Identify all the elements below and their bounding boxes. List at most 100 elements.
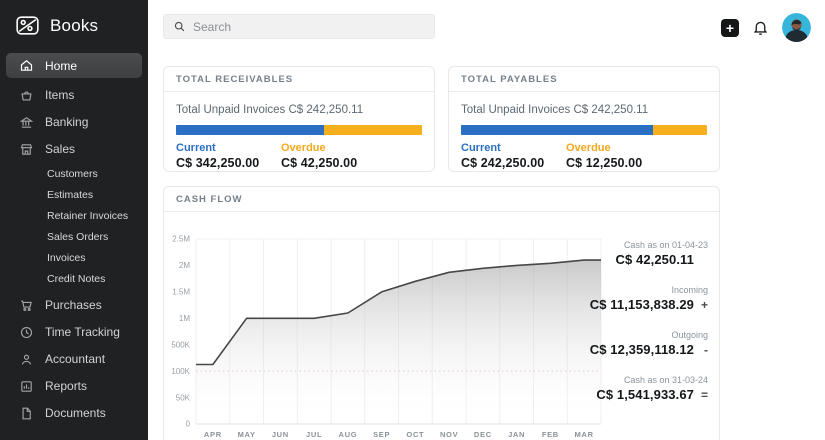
items-icon [19,88,34,103]
svg-text:50K: 50K [176,393,191,402]
time-tracking-icon [19,325,34,340]
quick-add-button[interactable]: + [721,19,739,37]
cashflow-stat-incoming: Incoming C$ 11,153,838.29 + [590,284,708,313]
stat-value: C$ 42,250.11 [615,251,694,268]
sidebar-item-accountant[interactable]: Accountant [6,347,142,371]
sidebar-item-label: Reports [45,379,87,393]
stat-value: C$ 11,153,838.29 [590,296,694,313]
sidebar-item-credit-notes[interactable]: Credit Notes [6,269,142,290]
svg-text:JUL: JUL [306,430,322,439]
payables-current-segment [461,125,653,135]
user-avatar[interactable] [782,13,811,42]
plus-symbol: + [694,298,708,312]
payables-current-value: C$ 242,250.00 [461,156,566,170]
payables-progress-bar [461,125,707,135]
sidebar-item-label: Time Tracking [45,325,120,339]
svg-text:2M: 2M [179,261,190,270]
sidebar-item-purchases[interactable]: Purchases [6,293,142,317]
sidebar-item-label: Items [45,88,74,102]
stat-label: Incoming [671,284,708,296]
sidebar-item-label: Sales [45,142,75,156]
svg-text:MAY: MAY [238,430,256,439]
svg-text:MAR: MAR [575,430,594,439]
sidebar-item-label: Home [45,59,77,73]
cashflow-card-title: CASH FLOW [164,187,719,212]
cashflow-stats-panel: Cash as on 01-04-23 C$ 42,250.11 Incomin… [558,239,708,419]
svg-text:FEB: FEB [542,430,559,439]
sidebar-item-estimates[interactable]: Estimates [6,185,142,206]
sidebar-item-invoices[interactable]: Invoices [6,248,142,269]
sidebar-item-customers[interactable]: Customers [6,164,142,185]
sidebar-item-sales[interactable]: Sales [6,137,142,161]
main-area: Search + TOTAL R [148,0,825,440]
home-icon [19,58,34,73]
stat-label: Cash as on 01-04-23 [624,239,708,251]
app-title: Books [50,16,98,36]
cash-flow-card: CASH FLOW 050K100K500K1M1.5M2M2.5MAPRMAY… [163,186,720,440]
sidebar-item-home[interactable]: Home [6,53,142,78]
svg-text:0: 0 [186,420,191,429]
total-receivables-card: TOTAL RECEIVABLES Total Unpaid Invoices … [163,66,435,172]
svg-text:1M: 1M [179,314,190,323]
receivables-overdue-label: Overdue [281,142,357,154]
payables-current-label: Current [461,142,566,154]
plus-icon: + [726,21,734,35]
cashflow-stat-closing: Cash as on 31-03-24 C$ 1,541,933.67 = [596,374,708,403]
svg-text:AUG: AUG [338,430,357,439]
search-placeholder: Search [193,20,231,34]
svg-text:APR: APR [204,430,222,439]
svg-text:500K: 500K [171,340,190,349]
receivables-subtitle: Total Unpaid Invoices C$ 242,250.11 [164,92,434,116]
topbar-actions: + [721,13,811,42]
equals-symbol: = [694,388,708,402]
search-input[interactable]: Search [163,14,435,39]
reports-icon [19,379,34,394]
receivables-progress-bar [176,125,422,135]
purchases-icon [19,298,34,313]
minus-symbol: - [694,343,708,357]
books-logo-icon [14,12,41,39]
stat-label: Cash as on 31-03-24 [624,374,708,386]
notifications-bell-icon[interactable] [752,19,769,36]
sidebar-item-label: Documents [45,406,106,420]
sidebar-item-label: Banking [45,115,88,129]
stat-value: C$ 1,541,933.67 [596,386,694,403]
app-logo[interactable]: Books [0,0,148,53]
payables-subtitle: Total Unpaid Invoices C$ 242,250.11 [449,92,719,116]
sidebar-item-reports[interactable]: Reports [6,374,142,398]
sidebar-item-sales-orders[interactable]: Sales Orders [6,227,142,248]
sidebar-item-banking[interactable]: Banking [6,110,142,134]
svg-text:OCT: OCT [406,430,424,439]
svg-text:SEP: SEP [373,430,390,439]
svg-text:JUN: JUN [272,430,289,439]
svg-text:100K: 100K [171,367,190,376]
sidebar: Books Home Items [0,0,148,440]
payables-overdue-value: C$ 12,250.00 [566,156,642,170]
sidebar-item-time-tracking[interactable]: Time Tracking [6,320,142,344]
sidebar-item-label: Purchases [45,298,102,312]
receivables-current-label: Current [176,142,281,154]
svg-text:DEC: DEC [474,430,492,439]
sidebar-item-label: Accountant [45,352,105,366]
sidebar-item-documents[interactable]: Documents [6,401,142,425]
app-root: Books Home Items [0,0,825,440]
sidebar-item-items[interactable]: Items [6,83,142,107]
sales-icon [19,142,34,157]
sidebar-item-retainer-invoices[interactable]: Retainer Invoices [6,206,142,227]
search-icon [173,20,186,33]
payables-card-title: TOTAL PAYABLES [449,67,719,92]
cashflow-stat-outgoing: Outgoing C$ 12,359,118.12 - [590,329,708,358]
banking-icon [19,115,34,130]
stat-value: C$ 12,359,118.12 [590,341,694,358]
svg-text:1.5M: 1.5M [172,288,190,297]
sidebar-nav: Home Items Banking [0,53,148,425]
payables-overdue-label: Overdue [566,142,642,154]
receivables-current-value: C$ 342,250.00 [176,156,281,170]
receivables-card-title: TOTAL RECEIVABLES [164,67,434,92]
documents-icon [19,406,34,421]
svg-text:JAN: JAN [508,430,525,439]
receivables-current-segment [176,125,324,135]
svg-text:NOV: NOV [440,430,458,439]
receivables-overdue-value: C$ 42,250.00 [281,156,357,170]
total-payables-card: TOTAL PAYABLES Total Unpaid Invoices C$ … [448,66,720,172]
